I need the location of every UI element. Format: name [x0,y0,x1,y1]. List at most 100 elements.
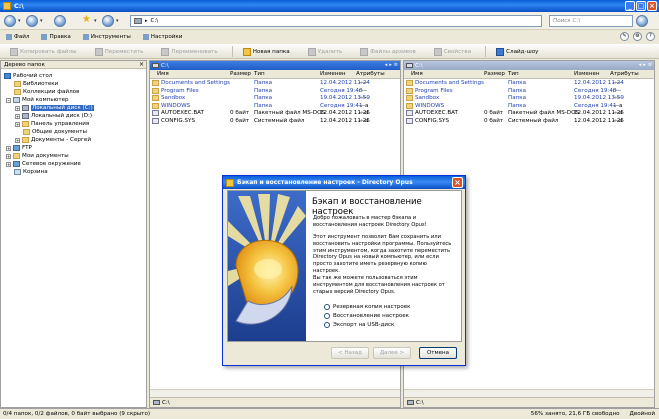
archive-files-button[interactable]: Файлы архивов [356,46,420,58]
gear-icon[interactable]: ⚙ [633,32,642,41]
file-icon [406,110,413,116]
move-button[interactable]: Переместить [91,46,148,58]
next-button[interactable]: Далее > [373,347,411,359]
rename-button[interactable]: Переименовать [157,46,221,58]
radio-button[interactable] [324,321,330,328]
favorites-star-icon[interactable]: ★ [82,14,91,25]
expand-icon[interactable]: + [6,153,11,159]
expand-icon[interactable]: + [6,145,11,151]
expand-icon[interactable]: + [15,137,20,143]
forward-dropdown-icon[interactable]: ▾ [40,18,43,24]
back-icon[interactable] [4,15,16,27]
close-button[interactable]: × [647,1,657,11]
minimize-button[interactable]: _ [625,1,635,11]
history-icon[interactable] [102,15,114,27]
file-row[interactable]: Documents and Settings Папка 12.04.2012 11… [404,80,654,87]
file-row[interactable]: Sandbox Папка 19.04.2012 13:59 ---- [404,95,654,102]
expand-icon[interactable]: + [15,121,20,127]
column-type[interactable]: Тип [254,71,265,77]
menu-settings[interactable]: Настройки [142,34,182,40]
expand-icon[interactable]: + [6,161,11,167]
column-type[interactable]: Тип [508,71,519,77]
option-backup[interactable]: Резервная копия настроек [324,302,410,311]
tree-item-user-docs[interactable]: + Документы - Сергей [15,136,91,144]
file-name: CONFIG.SYS [415,117,449,124]
option-restore[interactable]: Восстановление настроек [324,311,410,320]
tree-item-recycle-bin[interactable]: Корзина [14,168,48,176]
tree-item-network[interactable]: + Сетевое окружение [6,160,81,168]
column-name[interactable]: Имя [411,71,423,77]
computer-icon [13,97,20,103]
horizontal-scrollbar[interactable] [150,389,400,397]
file-row[interactable]: WINDOWS Папка Сегодня 19:41 ---a [150,102,400,110]
file-row[interactable]: WINDOWS Папка Сегодня 19:41 ---a [404,102,654,110]
search-icon[interactable] [636,15,648,27]
lister-menu-icon[interactable]: ≡ [394,62,398,68]
column-size[interactable]: Размер [484,71,505,77]
column-modified[interactable]: Изменен [320,71,346,77]
delete-button[interactable]: Удалить [304,46,346,58]
navigation-bar: ▾ ▾ ★ ▾ ▾ ▸ C:\ Поиск C:\ [0,12,659,30]
tree-item-shared-docs[interactable]: Общие документы [23,128,87,136]
expand-icon[interactable]: + [15,105,20,111]
radio-button[interactable] [324,303,330,310]
lister-down-icon[interactable]: ▸ [389,62,392,68]
column-attributes[interactable]: Атрибуты [356,71,385,77]
menu-file[interactable]: Файл [6,34,29,40]
lister-up-icon[interactable]: ◂ [385,62,388,68]
forward-icon[interactable] [26,15,38,27]
file-row[interactable]: Sandbox Папка 19.04.2012 13:59 ---- [150,95,400,102]
tree-item-libraries[interactable]: Библиотеки [14,80,58,88]
lister-menu-icon[interactable]: ≡ [648,62,652,68]
file-row[interactable]: AUTOEXEC.BAT 0 байт Пакетный файл MS-DOS 12… [150,110,400,117]
file-row[interactable]: Documents and Settings Папка 12.04.2012 11… [150,80,400,87]
help-icon[interactable]: ? [646,32,655,41]
tree-item-my-documents[interactable]: + Мои документы [6,152,69,160]
address-bar[interactable]: ▸ C:\ [130,15,542,27]
favorites-dropdown-icon[interactable]: ▾ [94,18,97,24]
brush-icon[interactable]: ✎ [620,32,629,41]
new-folder-button[interactable]: Новая папка [239,46,294,58]
tree-item-ftp[interactable]: + FTP [6,144,32,152]
radio-button[interactable] [324,312,330,319]
collapse-icon[interactable]: − [6,97,11,103]
lister-up-icon[interactable]: ◂ [639,62,642,68]
horizontal-scrollbar[interactable] [404,389,654,397]
layout-mode-status[interactable]: Двойной [630,411,655,417]
file-row[interactable]: AUTOEXEC.BAT 0 байт Пакетный файл MS-DOS 12… [404,110,654,117]
lister-down-icon[interactable]: ▸ [643,62,646,68]
maximize-button[interactable]: □ [636,1,646,11]
file-row[interactable]: CONFIG.SYS 0 байт Системный файл 12.04.2012… [150,117,400,125]
tree-item-desktop[interactable]: Рабочий стол [4,72,52,80]
properties-button[interactable]: Свойства [430,46,475,58]
tree-item-drive-c[interactable]: + Локальный диск (C:) [15,104,94,112]
dialog-close-button[interactable]: × [452,177,463,188]
tree-item-control-panel[interactable]: + Панель управления [15,120,89,128]
option-usb-export[interactable]: Экспорт на USB-диск [324,320,410,329]
menu-edit[interactable]: Правка [41,34,71,40]
search-input[interactable]: Поиск C:\ [549,15,633,27]
column-size[interactable]: Размер [230,71,251,77]
tree-item-drive-d[interactable]: + Локальный диск (D:) [15,112,92,120]
expand-icon[interactable]: + [15,113,20,119]
cancel-button[interactable]: Отмена [419,347,457,359]
back-button[interactable]: < Назад [331,347,369,359]
back-dropdown-icon[interactable]: ▾ [18,18,21,24]
file-row[interactable]: Program Files Папка Сегодня 19:40 r--- [404,87,654,95]
file-row[interactable]: Program Files Папка Сегодня 19:40 r--- [150,87,400,95]
column-modified[interactable]: Изменен [574,71,600,77]
menu-tools[interactable]: Инструменты [82,34,131,40]
copy-files-button[interactable]: Копировать файлы [6,46,81,58]
properties-icon [433,47,442,56]
slideshow-button[interactable]: Слайд-шоу [492,46,542,58]
column-name[interactable]: Имя [157,71,169,77]
file-row[interactable]: CONFIG.SYS 0 байт Системный файл 12.04.2012… [404,117,654,125]
file-attributes: ---a [613,117,623,124]
close-tree-icon[interactable]: × [139,61,144,69]
history-dropdown-icon[interactable]: ▾ [116,18,119,24]
up-folder-icon[interactable] [54,15,66,27]
column-attributes[interactable]: Атрибуты [610,71,639,77]
tree-item-collections[interactable]: Коллекции файлов [14,88,79,96]
tree-item-my-computer[interactable]: − Мой компьютер [6,96,69,104]
lister-header-left: C:\ ◂ ▸ ≡ [150,61,400,70]
